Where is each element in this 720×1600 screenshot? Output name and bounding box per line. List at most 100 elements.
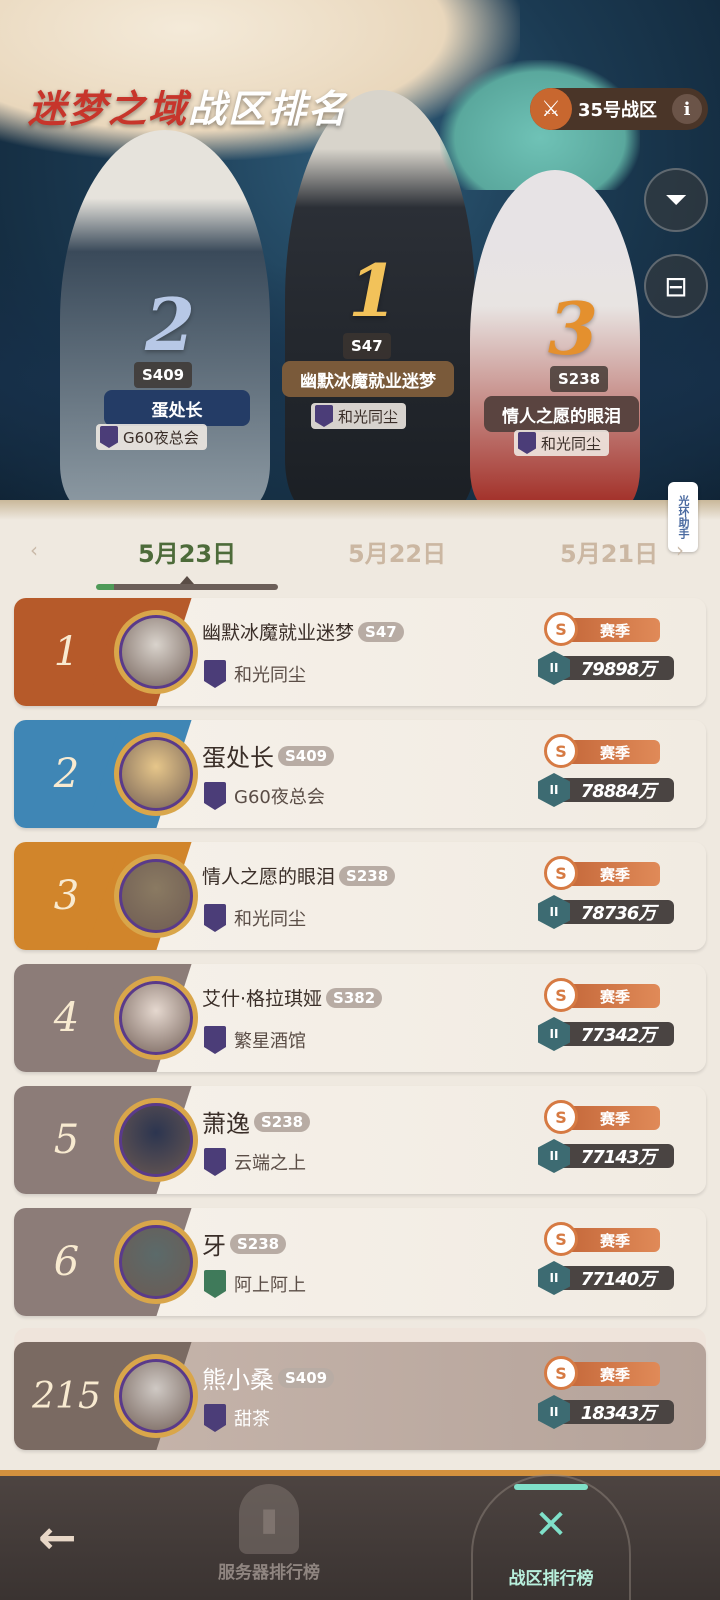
podium-3-guild: 和光同尘 — [514, 430, 610, 456]
score-value: 78884万 — [562, 778, 674, 802]
score-badge: 77342万 II — [538, 1017, 674, 1051]
avatar[interactable] — [114, 976, 198, 1060]
server-tag: S409 — [278, 745, 335, 766]
player-name: 熊小桑 S409 — [202, 1360, 335, 1395]
player-name-text: 蛋处长 — [202, 744, 274, 772]
guild-info: 阿上阿上 — [204, 1270, 306, 1298]
guild-info: 和光同尘 — [204, 660, 306, 688]
hero-banner: 迷梦之域战区排名 ⚔ 35号战区 i ⏷ ⊟ 1 S47 幽默冰魔就业迷梦 和光… — [0, 0, 720, 520]
player-name: 牙 S238 — [202, 1226, 287, 1261]
podium-1-server: S47 — [343, 333, 391, 359]
score-badge: 77143万 II — [538, 1139, 674, 1173]
season-icon: S — [544, 856, 578, 890]
guild-emblem-icon — [518, 432, 536, 454]
zone-rank-tab[interactable]: ✕ 战区排行榜 — [471, 1474, 631, 1600]
rank-number: 2 — [53, 751, 80, 797]
score-value: 77140万 — [562, 1266, 674, 1290]
player-name: 艾什·格拉琪娅 S382 — [202, 984, 383, 1011]
season-badge: 赛季 S — [544, 1100, 660, 1134]
season-icon: S — [544, 1356, 578, 1390]
guild-emblem-icon — [204, 1404, 226, 1432]
filter-icon: ⏷ — [664, 183, 688, 216]
season-label: 赛季 — [570, 1228, 660, 1252]
chest-button[interactable]: ⊟ — [644, 254, 708, 318]
date-prev-arrow[interactable]: ‹ — [30, 538, 38, 562]
date-next-arrow[interactable]: › — [676, 538, 684, 562]
date-tab-2[interactable]: 5月21日 — [560, 534, 658, 569]
podium-3-name[interactable]: 情人之愿的眼泪 — [484, 396, 639, 432]
ranking-row[interactable]: 1 幽默冰魔就业迷梦 S47 和光同尘 赛季 S 79898万 II — [14, 598, 706, 706]
podium-2-name[interactable]: 蛋处长 — [104, 390, 250, 426]
season-badge: 赛季 S — [544, 856, 660, 890]
ranking-row[interactable]: 3 情人之愿的眼泪 S238 和光同尘 赛季 S 78736万 II — [14, 842, 706, 950]
guild-emblem-icon — [204, 782, 226, 810]
page-title: 迷梦之域战区排名 — [28, 78, 348, 133]
guild-emblem-icon — [204, 1148, 226, 1176]
guild-name: 甜茶 — [234, 1409, 270, 1430]
score-badge: 77140万 II — [538, 1261, 674, 1295]
date-underline — [96, 584, 278, 590]
podium-rank-2: 2 — [145, 282, 196, 367]
ranking-row[interactable]: 2 蛋处长 S409 G60夜总会 赛季 S 78884万 II — [14, 720, 706, 828]
ranking-row[interactable]: 4 艾什·格拉琪娅 S382 繁星酒馆 赛季 S 77342万 II — [14, 964, 706, 1072]
guild-name: 和光同尘 — [234, 665, 306, 686]
guild-name: 繁星酒馆 — [234, 1031, 306, 1052]
player-name: 蛋处长 S409 — [202, 738, 335, 773]
guild-info: 云端之上 — [204, 1148, 306, 1176]
season-badge: 赛季 S — [544, 612, 660, 646]
player-name-text: 萧逸 — [202, 1110, 250, 1138]
podium-rank-3: 3 — [548, 286, 599, 371]
server-rank-tab[interactable]: ▮ 服务器排行榜 — [194, 1484, 344, 1583]
score-value: 18343万 — [562, 1400, 674, 1424]
zone-tab-ring — [471, 1474, 631, 1600]
season-icon: S — [544, 1100, 578, 1134]
avatar[interactable] — [114, 610, 198, 694]
guild-name: 阿上阿上 — [234, 1275, 306, 1296]
score-value: 77143万 — [562, 1144, 674, 1168]
filter-button[interactable]: ⏷ — [644, 168, 708, 232]
podium-rank-1: 1 — [348, 248, 399, 333]
guild-name: 云端之上 — [234, 1153, 306, 1174]
server-tag: S382 — [326, 987, 383, 1008]
season-badge: 赛季 S — [544, 1356, 660, 1390]
player-name-text: 熊小桑 — [202, 1366, 274, 1394]
info-icon[interactable]: i — [672, 94, 702, 124]
date-tab-0[interactable]: 5月23日 — [138, 534, 236, 569]
score-value: 78736万 — [562, 900, 674, 924]
season-label: 赛季 — [570, 984, 660, 1008]
podium-2-guild-name: G60夜总会 — [123, 428, 199, 447]
my-rank-row[interactable]: 215 熊小桑 S409 甜茶 赛季 S 18343万 II — [14, 1342, 706, 1450]
rank-number: 5 — [53, 1117, 80, 1163]
season-icon: S — [544, 1222, 578, 1256]
podium-2-guild: G60夜总会 — [96, 424, 207, 450]
back-arrow-icon[interactable]: ← — [38, 1510, 77, 1564]
ranking-row[interactable]: 6 牙 S238 阿上阿上 赛季 S 77140万 II — [14, 1208, 706, 1316]
server-rank-icon: ▮ — [239, 1484, 299, 1554]
guild-info: 甜茶 — [204, 1404, 270, 1432]
guild-emblem-icon — [204, 660, 226, 688]
score-value: 77342万 — [562, 1022, 674, 1046]
avatar[interactable] — [114, 1098, 198, 1182]
avatar[interactable] — [114, 732, 198, 816]
guild-emblem-icon — [204, 1270, 226, 1298]
rank-number: 6 — [53, 1239, 80, 1285]
season-label: 赛季 — [570, 862, 660, 886]
ranking-row[interactable]: 5 萧逸 S238 云端之上 赛季 S 77143万 II — [14, 1086, 706, 1194]
crossed-swords-icon: ⚔ — [530, 88, 572, 130]
chest-icon: ⊟ — [664, 269, 688, 303]
score-value: 79898万 — [562, 656, 674, 680]
title-part-1: 迷梦之域 — [28, 86, 189, 131]
avatar[interactable] — [114, 854, 198, 938]
podium-1-name[interactable]: 幽默冰魔就业迷梦 — [282, 361, 454, 397]
avatar[interactable] — [114, 1220, 198, 1304]
guild-name: 和光同尘 — [234, 909, 306, 930]
date-tab-1[interactable]: 5月22日 — [348, 534, 446, 569]
server-rank-label: 服务器排行榜 — [218, 1563, 320, 1583]
player-name: 萧逸 S238 — [202, 1104, 311, 1139]
season-badge: 赛季 S — [544, 734, 660, 768]
avatar[interactable] — [114, 1354, 198, 1438]
zone-badge[interactable]: ⚔ 35号战区 i — [530, 88, 708, 130]
season-icon: S — [544, 612, 578, 646]
rank-number: 3 — [53, 873, 80, 919]
zone-label: 35号战区 — [578, 100, 658, 121]
